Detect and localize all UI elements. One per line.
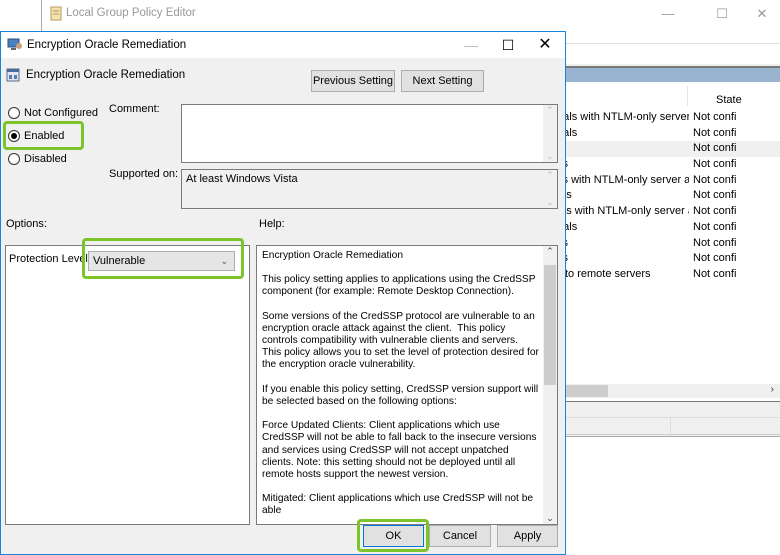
policy-state: Not confi — [693, 158, 737, 171]
supported-on-value: At least Windows Vista — [186, 173, 298, 185]
policy-state: Not confi — [693, 236, 737, 249]
scroll-right-icon[interactable]: › — [771, 384, 774, 395]
gpedit-minimize-button[interactable]: — — [653, 4, 683, 24]
policy-scroll-icon — [50, 6, 62, 21]
scroll-down-icon[interactable]: ⌄ — [543, 151, 557, 162]
comment-scrollbar[interactable]: ⌃ ⌄ — [543, 105, 557, 162]
policy-state: Not confi — [693, 252, 737, 265]
policy-state: Not confi — [693, 126, 737, 139]
scroll-up-icon[interactable]: ⌃ — [543, 105, 557, 116]
radio-label: Not Configured — [24, 107, 98, 119]
scroll-down-icon[interactable]: ⌄ — [543, 513, 557, 524]
policy-state: Not confi — [693, 173, 737, 186]
gpedit-close-button[interactable]: ✕ — [747, 4, 777, 24]
column-divider[interactable] — [687, 86, 688, 106]
setting-name: Encryption Oracle Remediation — [26, 69, 186, 81]
radio-not-configured[interactable]: Not Configured — [8, 105, 98, 121]
supported-on-field: At least Windows Vista ⌃ ⌄ — [181, 169, 558, 209]
scroll-up-icon[interactable]: ⌃ — [543, 170, 557, 181]
dialog-minimize-button: — — [464, 37, 478, 53]
dialog-title: Encryption Oracle Remediation — [27, 39, 187, 51]
policy-state: Not confi — [693, 220, 737, 233]
options-panel — [5, 245, 250, 525]
policy-state: Not confi — [693, 189, 737, 202]
options-label: Options: — [6, 218, 47, 230]
apply-button[interactable]: Apply — [497, 525, 558, 547]
policy-state: Not confi — [693, 142, 737, 155]
ok-highlight — [357, 519, 429, 552]
help-panel: Encryption Oracle Remediation This polic… — [256, 245, 558, 525]
computer-policy-icon — [7, 38, 22, 50]
comment-textarea[interactable]: ⌃ ⌄ — [181, 104, 558, 163]
scroll-up-icon[interactable]: ⌃ — [543, 246, 557, 257]
help-scroll-thumb[interactable] — [544, 265, 556, 385]
protection-level-label: Protection Level: — [9, 253, 91, 265]
dialog-close-button[interactable]: ✕ — [528, 35, 562, 55]
dialog-titlebar: Encryption Oracle Remediation — ☐ ✕ — [1, 32, 565, 58]
policy-setting-dialog: Encryption Oracle Remediation — ☐ ✕ Encr… — [0, 31, 566, 555]
radio-button[interactable] — [8, 153, 20, 165]
policy-state: Not confi — [693, 205, 737, 218]
help-label: Help: — [259, 218, 285, 230]
scroll-down-icon[interactable]: ⌄ — [543, 197, 557, 208]
column-header-state[interactable]: State — [716, 94, 742, 106]
protection-level-highlight — [82, 238, 244, 279]
previous-setting-button[interactable]: Previous Setting — [311, 70, 395, 92]
cancel-button[interactable]: Cancel — [429, 525, 491, 547]
radio-disabled[interactable]: Disabled — [8, 151, 67, 167]
status-divider — [670, 418, 671, 436]
gpedit-titlebar: Local Group Policy Editor — ☐ ✕ — [42, 0, 780, 30]
enabled-highlight — [3, 121, 84, 150]
supported-on-label: Supported on: — [109, 168, 179, 180]
policy-state: Not confi — [693, 267, 737, 280]
gpedit-maximize-button[interactable]: ☐ — [707, 4, 737, 24]
dialog-maximize-button[interactable]: ☐ — [491, 35, 525, 55]
radio-label: Disabled — [24, 153, 67, 165]
gpedit-title: Local Group Policy Editor — [66, 7, 196, 19]
supported-scrollbar[interactable]: ⌃ ⌄ — [543, 170, 557, 208]
comment-label: Comment: — [109, 103, 160, 115]
radio-button[interactable] — [8, 107, 20, 119]
setting-icon — [6, 68, 20, 82]
next-setting-button[interactable]: Next Setting — [401, 70, 484, 92]
policy-state: Not confi — [693, 111, 737, 123]
help-scrollbar[interactable]: ⌃ ⌄ — [543, 246, 557, 524]
help-text: Encryption Oracle Remediation This polic… — [262, 250, 539, 517]
